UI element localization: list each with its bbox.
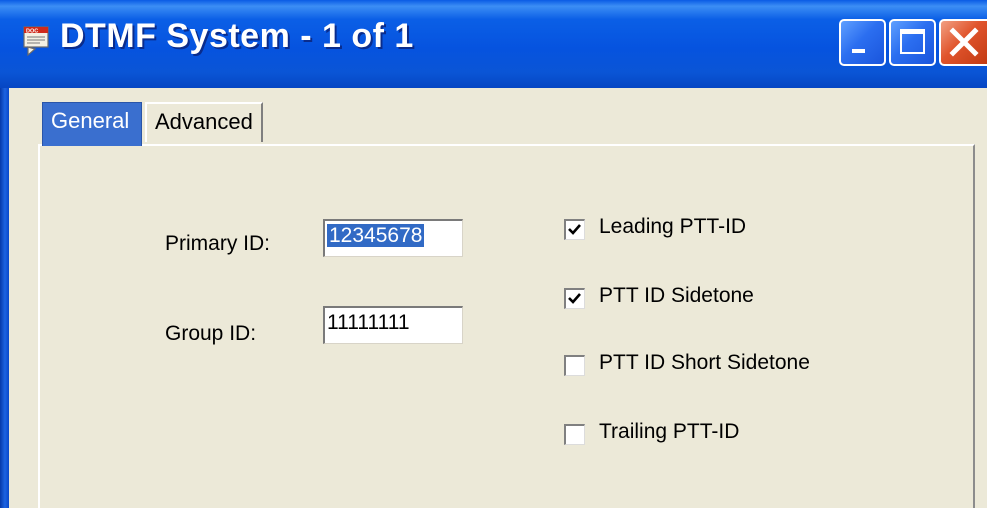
leading-ptt-id-label: Leading PTT-ID — [599, 215, 747, 238]
window-frame-left — [0, 88, 9, 508]
tab-advanced[interactable]: Advanced — [145, 102, 263, 142]
dtmf-system-window: DOC DTMF System - 1 of 1 Advanced Genera… — [0, 0, 987, 508]
svg-text:DOC: DOC — [26, 29, 38, 35]
ptt-id-short-sidetone-checkbox[interactable] — [564, 355, 585, 376]
group-id-label: Group ID: — [165, 322, 257, 345]
minimize-icon — [852, 49, 865, 53]
primary-id-value: 12345678 — [327, 224, 425, 247]
group-id-value: 11111111 — [327, 311, 410, 334]
primary-id-label: Primary ID: — [165, 232, 270, 255]
window-title: DTMF System - 1 of 1 — [60, 17, 414, 55]
checkmark-icon — [568, 224, 581, 235]
tab-general[interactable]: General — [42, 102, 142, 146]
primary-id-input[interactable]: 12345678 — [323, 219, 463, 257]
client-area: Advanced General — [9, 88, 987, 508]
checkmark-icon — [568, 293, 581, 304]
ptt-id-sidetone-checkbox[interactable] — [564, 288, 585, 309]
close-icon — [949, 27, 979, 57]
trailing-ptt-id-label: Trailing PTT-ID — [599, 420, 740, 443]
maximize-icon — [900, 29, 925, 54]
group-id-input[interactable]: 11111111 — [323, 306, 463, 344]
minimize-button[interactable] — [839, 19, 886, 66]
title-bar[interactable]: DOC DTMF System - 1 of 1 — [0, 0, 987, 88]
trailing-ptt-id-checkbox[interactable] — [564, 424, 585, 445]
ptt-id-sidetone-label: PTT ID Sidetone — [599, 284, 754, 307]
leading-ptt-id-checkbox[interactable] — [564, 219, 585, 240]
close-button[interactable] — [939, 19, 987, 66]
ptt-id-short-sidetone-label: PTT ID Short Sidetone — [599, 351, 810, 374]
maximize-button[interactable] — [889, 19, 936, 66]
doc-window-icon[interactable]: DOC — [22, 26, 52, 58]
